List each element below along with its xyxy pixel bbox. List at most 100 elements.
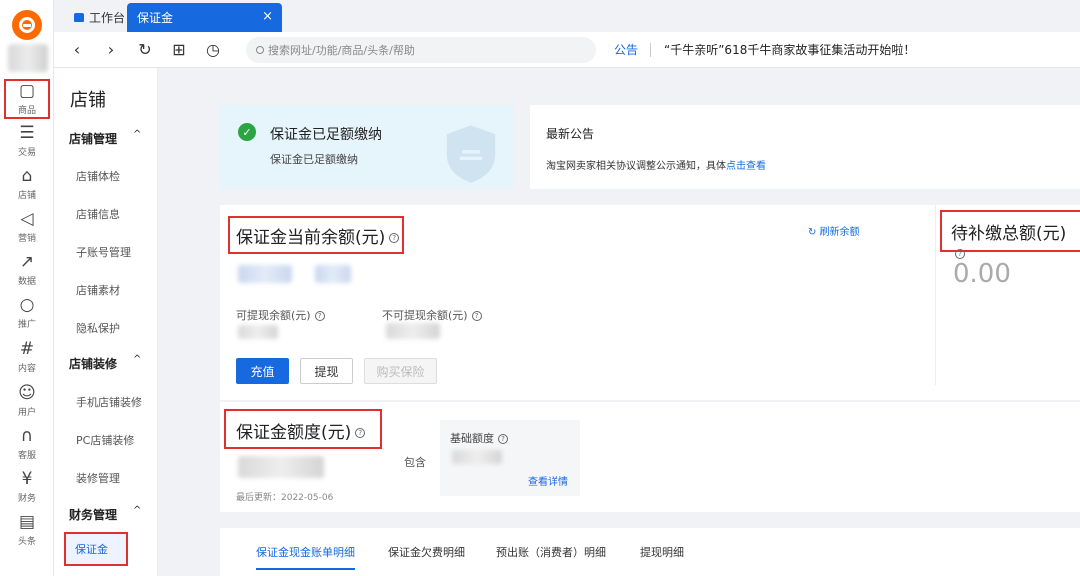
quota-card: 保证金额度(元)? 包含 基础额度? 查看详情 最后更新：2022-05-06 bbox=[220, 402, 1080, 512]
rail-item[interactable]: ○ 推广 bbox=[0, 292, 54, 334]
rail-item-label: 客服 bbox=[17, 451, 36, 461]
rail-item[interactable]: ↗ 数据 bbox=[0, 249, 54, 291]
pending-payment-title: 待补缴总额(元)? bbox=[951, 224, 1067, 259]
basic-quota-value-blurred bbox=[452, 450, 502, 464]
subnav-item-decoration-management[interactable]: 装修管理 bbox=[76, 470, 120, 486]
group-store-decoration[interactable]: 店铺装修 ^ bbox=[69, 354, 141, 372]
withdrawable-value-blurred bbox=[238, 325, 278, 339]
tab-withdrawals[interactable]: 提现明细 bbox=[640, 544, 684, 560]
help-icon[interactable]: ? bbox=[498, 434, 508, 444]
rail-item[interactable]: ¥ 财务 bbox=[0, 466, 54, 508]
subnav-item-store-checkup[interactable]: 店铺体检 bbox=[76, 168, 120, 184]
user-icon: ☺ bbox=[18, 383, 36, 403]
balance-value-blurred bbox=[315, 265, 351, 283]
subnav-item-pc-decoration[interactable]: PC店铺装修 bbox=[76, 432, 134, 448]
rail-item-label: 头条 bbox=[17, 537, 36, 547]
back-icon[interactable]: ‹ bbox=[60, 40, 94, 59]
subnav-item-subaccount[interactable]: 子账号管理 bbox=[76, 244, 131, 260]
tab-pre-billing[interactable]: 预出账（消费者）明细 bbox=[496, 544, 606, 560]
search-icon bbox=[256, 46, 264, 54]
app-logo[interactable] bbox=[12, 10, 42, 40]
tab-arrears[interactable]: 保证金欠费明细 bbox=[388, 544, 465, 560]
help-icon[interactable]: ? bbox=[955, 249, 965, 259]
hash-icon: # bbox=[19, 339, 35, 359]
subnav-item-materials[interactable]: 店铺素材 bbox=[76, 282, 120, 298]
section-title: 店铺 bbox=[70, 90, 106, 111]
chevron-up-icon: ^ bbox=[133, 129, 142, 140]
divider bbox=[935, 205, 936, 385]
bag-icon: ▢ bbox=[18, 81, 36, 101]
status-subtitle: 保证金已足额缴纳 bbox=[270, 153, 358, 166]
refresh-balance-link[interactable]: ↻ 刷新余额 bbox=[808, 223, 860, 238]
balance-title: 保证金当前余额(元)? bbox=[236, 223, 400, 248]
location-icon: ○ bbox=[19, 295, 35, 315]
tab-cash-bill[interactable]: 保证金现金账单明细 bbox=[256, 544, 355, 570]
rail-item-label: 用户 bbox=[17, 408, 36, 418]
forward-icon[interactable]: › bbox=[94, 40, 128, 59]
notice-link[interactable]: 点击查看 bbox=[726, 161, 766, 172]
rail-item-label: 店铺 bbox=[17, 191, 36, 201]
shield-icon bbox=[446, 125, 496, 183]
announcement-text[interactable]: “千牛亲听”618千牛商家故事征集活动开始啦！ bbox=[664, 41, 915, 58]
search-input[interactable]: 搜索网址/功能/商品/头条/帮助 bbox=[246, 37, 596, 63]
help-icon[interactable]: ? bbox=[389, 233, 400, 243]
order-icon: ☰ bbox=[19, 123, 35, 143]
withdraw-button[interactable]: 提现 bbox=[300, 358, 353, 384]
tab-bar: 工作台 保证金 × bbox=[54, 0, 1080, 32]
view-details-link[interactable]: 查看详情 bbox=[528, 473, 568, 488]
subnav-item-mobile-decoration[interactable]: 手机店铺装修 bbox=[76, 394, 142, 410]
rail-item[interactable]: ▤ 头条 bbox=[0, 509, 54, 551]
chevron-up-icon: ^ bbox=[133, 354, 142, 365]
last-updated: 最后更新：2022-05-06 bbox=[236, 493, 334, 503]
notice-card: 最新公告 淘宝网卖家相关协议调整公示通知，具体点击查看 bbox=[530, 105, 1080, 189]
rail-item-label: 财务 bbox=[17, 494, 36, 504]
home-icon bbox=[74, 13, 84, 22]
basic-quota-box: 基础额度? 查看详情 bbox=[440, 420, 580, 496]
yen-icon: ¥ bbox=[21, 469, 33, 489]
main-content: ✓ 保证金已足额缴纳 保证金已足额缴纳 最新公告 淘宝网卖家相关协议调整公示通知… bbox=[158, 68, 1080, 576]
close-icon[interactable]: × bbox=[262, 9, 273, 24]
new-tab-icon[interactable]: ⊞ bbox=[162, 40, 196, 59]
divider bbox=[650, 43, 651, 57]
non-withdrawable-label: 不可提现余额(元)? bbox=[382, 307, 482, 323]
subnav-item-deposit[interactable]: 保证金 bbox=[64, 532, 128, 566]
rail-item[interactable]: ∩ 客服 bbox=[0, 423, 54, 465]
rail-item[interactable]: ⌂ 店铺 bbox=[0, 163, 54, 205]
chevron-up-icon: ^ bbox=[133, 505, 142, 516]
rail-item[interactable]: ▢ 商品 bbox=[3, 78, 51, 120]
megaphone-icon: ◁ bbox=[20, 209, 34, 229]
tab-deposit[interactable]: 保证金 × bbox=[127, 3, 282, 32]
rail-item[interactable]: ☰ 交易 bbox=[0, 120, 54, 162]
left-rail: ▢ 商品 ☰ 交易 ⌂ 店铺 ◁ 营销 ↗ 数据 ○ 推广 # 内容 ☺ 用户 ∩ 客服 ¥ 财务 ▤ 头条 bbox=[0, 0, 54, 576]
non-withdrawable-value-blurred bbox=[386, 323, 440, 339]
tab-workbench[interactable]: 工作台 bbox=[64, 3, 135, 32]
news-icon: ▤ bbox=[18, 512, 36, 532]
rail-item-label: 交易 bbox=[17, 148, 36, 158]
balance-card: 保证金当前余额(元)? ↻ 刷新余额 可提现余额(元)? 不可提现余额(元)? … bbox=[220, 205, 1080, 400]
detail-tabs: 保证金现金账单明细 保证金欠费明细 预出账（消费者）明细 提现明细 bbox=[220, 528, 1080, 576]
notice-text: 淘宝网卖家相关协议调整公示通知，具体点击查看 bbox=[546, 161, 766, 172]
subnav-item-store-info[interactable]: 店铺信息 bbox=[76, 206, 120, 222]
status-title: 保证金已足额缴纳 bbox=[270, 127, 382, 143]
history-icon[interactable]: ◷ bbox=[196, 40, 230, 59]
avatar[interactable] bbox=[8, 44, 48, 72]
check-icon: ✓ bbox=[238, 123, 256, 141]
recharge-button[interactable]: 充值 bbox=[236, 358, 289, 384]
rail-item[interactable]: # 内容 bbox=[0, 336, 54, 378]
group-finance[interactable]: 财务管理 ^ bbox=[69, 505, 141, 523]
announcement-label[interactable]: 公告 bbox=[614, 41, 638, 58]
sub-navigation: 店铺 店铺管理 ^ 店铺体检 店铺信息 子账号管理 店铺素材 隐私保护 店铺装修… bbox=[54, 68, 158, 576]
deposit-status-card: ✓ 保证金已足额缴纳 保证金已足额缴纳 bbox=[220, 105, 514, 189]
buy-insurance-button[interactable]: 购买保险 bbox=[364, 358, 437, 384]
rail-item[interactable]: ☺ 用户 bbox=[0, 380, 54, 422]
basic-quota-label: 基础额度? bbox=[450, 430, 508, 446]
rail-item[interactable]: ◁ 营销 bbox=[0, 206, 54, 248]
refresh-icon[interactable]: ↻ bbox=[128, 40, 162, 59]
help-icon[interactable]: ? bbox=[355, 428, 366, 438]
help-icon[interactable]: ? bbox=[314, 311, 325, 321]
group-store-management[interactable]: 店铺管理 ^ bbox=[69, 129, 141, 147]
subnav-item-privacy[interactable]: 隐私保护 bbox=[76, 320, 120, 336]
headset-icon: ∩ bbox=[20, 426, 34, 446]
help-icon[interactable]: ? bbox=[471, 311, 482, 321]
contains-label: 包含 bbox=[404, 456, 426, 469]
